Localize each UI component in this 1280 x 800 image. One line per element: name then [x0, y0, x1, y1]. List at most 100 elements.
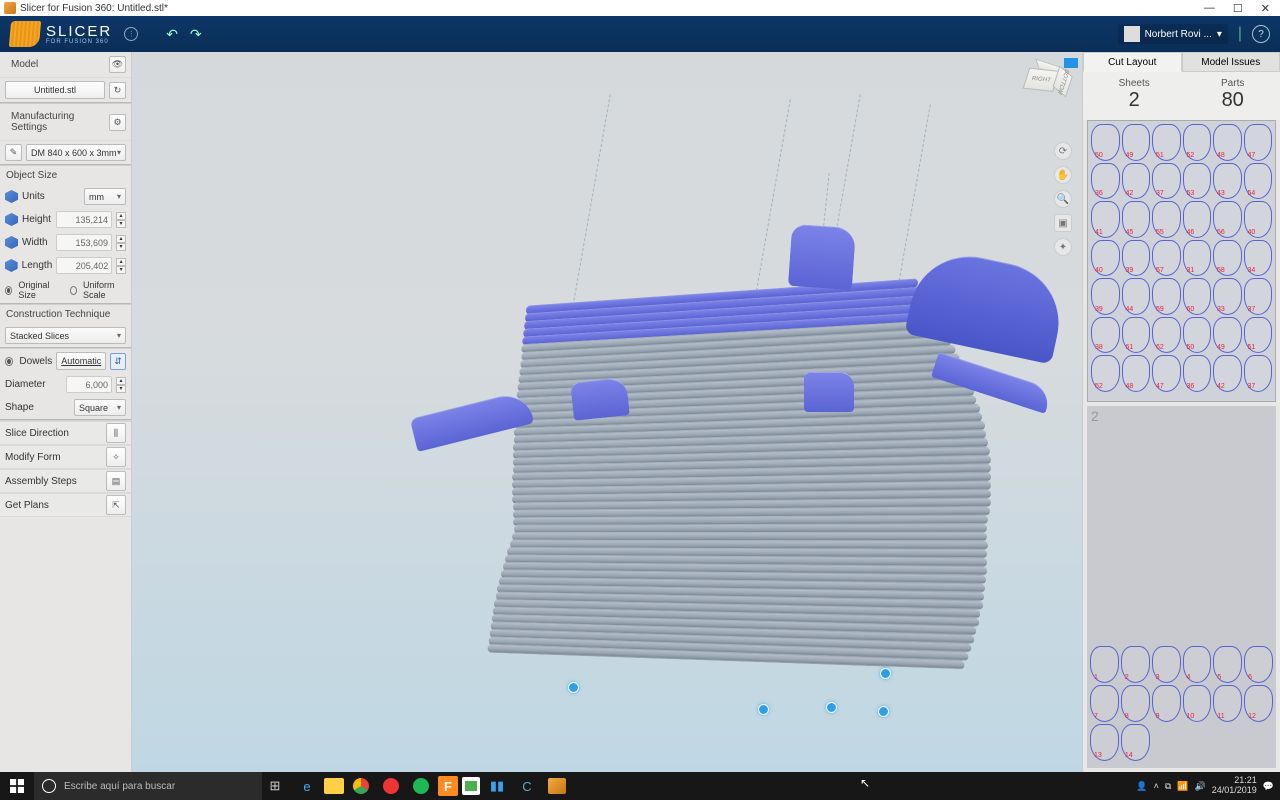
model-section-label: Model	[5, 55, 105, 74]
dowel-handle[interactable]	[568, 682, 579, 693]
help-button[interactable]: ?	[1252, 25, 1270, 43]
model-file-button[interactable]: Untitled.stl	[5, 81, 105, 99]
logo-title: SLICER	[46, 24, 112, 39]
original-size-label: Original Size	[18, 280, 57, 300]
shape-select[interactable]: Square	[74, 399, 126, 416]
task-view-icon[interactable]: ⊞	[262, 773, 288, 799]
slicer-taskbar-icon[interactable]	[544, 773, 570, 799]
dowels-edit-button[interactable]: ⇵	[110, 353, 126, 370]
user-menu[interactable]: Norbert Rovi ... ▾	[1118, 24, 1228, 44]
height-label: Height	[22, 214, 52, 225]
original-size-radio[interactable]	[5, 286, 12, 295]
app-header: SLICER FOR FUSION 360 ⋮ ↶ ↷ Norbert Rovi…	[0, 16, 1280, 52]
pencil-icon[interactable]: ✎	[5, 144, 22, 161]
tab-model-issues[interactable]: Model Issues	[1182, 52, 1280, 72]
orbit-icon[interactable]: ⟳	[1054, 142, 1072, 160]
units-select[interactable]: mm	[84, 188, 126, 205]
wifi-icon[interactable]: 📶	[1177, 781, 1188, 792]
logo-icon	[9, 21, 41, 47]
menu-icon[interactable]: ⋮	[124, 27, 138, 41]
note-icon[interactable]	[462, 777, 480, 795]
assembly-steps-row[interactable]: Assembly Steps ▤	[0, 469, 131, 493]
window-title: Slicer for Fusion 360: Untitled.stl*	[20, 3, 168, 14]
tab-cut-layout[interactable]: Cut Layout	[1083, 52, 1182, 72]
slice-direction-icon: ⫼	[106, 423, 126, 443]
reload-button[interactable]: ↻	[109, 82, 126, 99]
dropbox-icon[interactable]: ⧉	[1165, 781, 1171, 792]
dowels-mode-button[interactable]: Automatic	[56, 352, 106, 370]
notifications-icon[interactable]: 💬	[1263, 781, 1274, 792]
fit-icon[interactable]: ▣	[1054, 214, 1072, 232]
start-button[interactable]	[0, 772, 34, 800]
dowel-handle[interactable]	[880, 668, 891, 679]
uniform-scale-radio[interactable]	[70, 286, 77, 295]
get-plans-row[interactable]: Get Plans ⇱	[0, 493, 131, 517]
view-cube[interactable]: RIGHT BOTTOM	[1021, 57, 1069, 105]
viewport-3d[interactable]: RIGHT BOTTOM ⟳ ✋ 🔍 ▣ ✦	[132, 52, 1082, 772]
explorer-icon[interactable]	[324, 778, 344, 794]
undo-button[interactable]: ↶	[166, 26, 178, 43]
dowel-handle[interactable]	[758, 704, 769, 715]
width-input[interactable]	[56, 234, 112, 251]
app-logo: SLICER FOR FUSION 360 ⋮	[10, 21, 138, 47]
visibility-button[interactable]: 👁	[109, 56, 126, 73]
parts-label: Parts	[1221, 78, 1244, 89]
length-input[interactable]	[56, 257, 112, 274]
sheets-label: Sheets	[1119, 78, 1150, 89]
length-stepper[interactable]: ▴▾	[116, 258, 126, 274]
minimize-button[interactable]: —	[1204, 2, 1215, 15]
sheet-preview-2[interactable]: 2	[1087, 406, 1276, 768]
left-sidebar: Model 👁 Untitled.stl ↻ Manufacturing Set…	[0, 52, 132, 772]
zoom-icon[interactable]: 🔍	[1054, 190, 1072, 208]
dowel-handle[interactable]	[826, 702, 837, 713]
a360-badge-icon[interactable]	[1064, 58, 1078, 68]
close-button[interactable]: ✕	[1261, 2, 1270, 15]
height-stepper[interactable]: ▴▾	[116, 212, 126, 228]
logo-subtitle: FOR FUSION 360	[46, 39, 112, 45]
search-input[interactable]: Escribe aquí para buscar	[34, 772, 262, 800]
app-blue-icon[interactable]: ▮▮	[484, 773, 510, 799]
maximize-button[interactable]: ☐	[1233, 2, 1243, 15]
mfg-section-label: Manufacturing Settings	[5, 107, 105, 137]
diameter-stepper[interactable]: ▴▾	[116, 377, 126, 393]
people-icon[interactable]: 👤	[1136, 781, 1147, 792]
mfg-preset-select[interactable]: DM 840 x 600 x 3mm	[26, 144, 126, 161]
height-input[interactable]	[56, 211, 112, 228]
pan-icon[interactable]: ✋	[1054, 166, 1072, 184]
dowel-handle[interactable]	[878, 706, 889, 717]
slice-direction-row[interactable]: Slice Direction ⫼	[0, 421, 131, 445]
app-red-icon[interactable]	[378, 773, 404, 799]
parts-value: 80	[1221, 89, 1244, 112]
width-icon	[5, 236, 18, 249]
tray-up-icon[interactable]: ˄	[1154, 781, 1159, 791]
avatar	[1124, 26, 1140, 42]
modify-form-icon: ✧	[106, 447, 126, 467]
spotify-icon[interactable]	[408, 773, 434, 799]
edge-icon[interactable]: e	[294, 773, 320, 799]
diameter-label: Diameter	[5, 379, 62, 390]
units-icon	[5, 190, 18, 203]
volume-icon[interactable]: 🔊	[1195, 781, 1206, 792]
uniform-scale-label: Uniform Scale	[83, 280, 126, 300]
sheets-value: 2	[1119, 89, 1150, 112]
technique-select[interactable]: Stacked Slices	[5, 327, 126, 344]
clock[interactable]: 21:21 24/01/2019	[1212, 776, 1257, 796]
diameter-input[interactable]	[66, 376, 112, 393]
user-name: Norbert Rovi ...	[1145, 29, 1212, 40]
assembly-icon: ▤	[106, 471, 126, 491]
sheet-preview-1[interactable]	[1087, 120, 1276, 402]
width-stepper[interactable]: ▴▾	[116, 235, 126, 251]
size-section-label: Object Size	[0, 166, 131, 185]
divider: |	[1238, 25, 1242, 43]
length-label: Length	[22, 260, 53, 271]
modify-form-row[interactable]: Modify Form ✧	[0, 445, 131, 469]
app-c-icon[interactable]: C	[514, 773, 540, 799]
dowels-radio[interactable]	[5, 357, 13, 366]
export-icon: ⇱	[106, 495, 126, 515]
gear-icon[interactable]: ⚙	[109, 114, 126, 131]
redo-button[interactable]: ↷	[190, 26, 202, 43]
chrome-icon[interactable]	[348, 773, 374, 799]
tech-section-label: Construction Technique	[0, 305, 131, 324]
fusion-icon[interactable]: F	[438, 776, 458, 796]
window-titlebar: Slicer for Fusion 360: Untitled.stl* — ☐…	[0, 0, 1280, 16]
